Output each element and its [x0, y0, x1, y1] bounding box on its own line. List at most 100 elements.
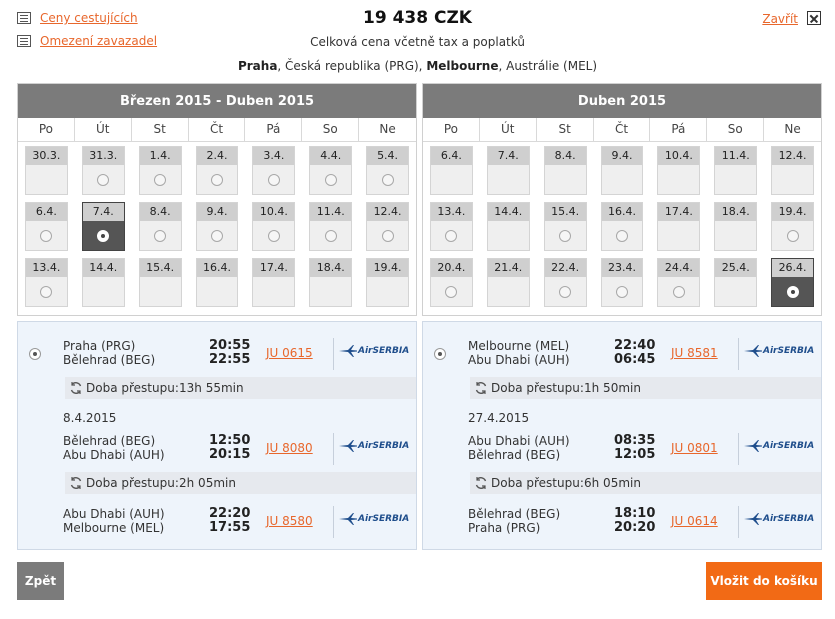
day-radio[interactable] — [559, 230, 572, 242]
day-radio[interactable] — [210, 174, 223, 186]
flight-number-link[interactable]: JU 0801 — [671, 441, 718, 455]
calendar-day: 9.4. — [600, 146, 644, 195]
transfer-label: Doba přestupu: — [86, 476, 179, 490]
outbound-calendar-title: Březen 2015 - Duben 2015 — [18, 84, 416, 118]
day-label: 7.4. — [487, 147, 529, 165]
flight-number-link[interactable]: JU 0614 — [671, 514, 718, 528]
day-label: 17.4. — [658, 203, 700, 221]
route-from-detail: , Česká republika (PRG), — [277, 59, 427, 73]
calendar-day[interactable]: 8.4. — [138, 202, 182, 251]
calendar-day[interactable]: 4.4. — [309, 146, 353, 195]
calendar-day[interactable]: 26.4. — [771, 258, 814, 307]
day-radio[interactable] — [445, 286, 458, 298]
airserbia-logo-icon: AirSERBIA — [744, 345, 814, 357]
day-label: 21.4. — [487, 259, 529, 277]
calendar-day: 21.4. — [486, 258, 530, 307]
close-link[interactable]: Zavřít — [762, 12, 798, 26]
separator — [738, 338, 739, 370]
calendar-cell: 16.4. — [594, 202, 651, 258]
calendar-cell: 20.4. — [423, 258, 480, 314]
day-label: 7.4. — [82, 203, 124, 221]
calendar-day[interactable]: 6.4. — [25, 202, 68, 251]
calendar-day[interactable]: 1.4. — [138, 146, 182, 195]
calendar-day[interactable]: 16.4. — [600, 202, 644, 251]
transfer-duration: 6h 05min — [584, 476, 641, 490]
transfer-duration: 2h 05min — [179, 476, 236, 490]
day-radio[interactable] — [324, 174, 337, 186]
calendar-cell: 15.4. — [537, 202, 594, 258]
day-radio[interactable] — [40, 286, 53, 298]
calendar-day[interactable]: 22.4. — [543, 258, 587, 307]
calendar-day[interactable]: 31.3. — [81, 146, 125, 195]
day-label: 30.3. — [26, 147, 67, 165]
calendar-cell: 11.4. — [707, 146, 764, 202]
day-radio[interactable] — [154, 174, 167, 186]
calendar-day[interactable]: 9.4. — [195, 202, 239, 251]
flight-segment: Abu Dhabi (AUH) Bělehrad (BEG) 08:35 12:… — [423, 433, 821, 465]
day-radio[interactable] — [97, 174, 110, 186]
calendar-day[interactable]: 13.4. — [25, 258, 68, 307]
back-button[interactable]: Zpět — [17, 562, 64, 600]
outbound-calendar: Březen 2015 - Duben 2015 Po Út St Čt Pá … — [17, 83, 417, 316]
flight-number-link[interactable]: JU 0615 — [266, 346, 313, 360]
day-radio[interactable] — [154, 230, 167, 242]
day-radio[interactable] — [559, 286, 572, 298]
calendar-day[interactable]: 19.4. — [771, 202, 814, 251]
add-to-cart-button[interactable]: Vložit do košíku — [706, 562, 822, 600]
flight-number-link[interactable]: JU 8580 — [266, 514, 313, 528]
calendar-cell: 13.4. — [423, 202, 480, 258]
day-radio[interactable] — [445, 230, 458, 242]
flight-number-link[interactable]: JU 8581 — [671, 346, 718, 360]
day-radio[interactable] — [381, 230, 394, 242]
day-radio[interactable] — [40, 230, 53, 242]
close-icon[interactable] — [807, 11, 821, 25]
weekday-label: Čt — [189, 118, 246, 141]
day-radio[interactable] — [267, 230, 280, 242]
calendar-day[interactable]: 10.4. — [252, 202, 296, 251]
calendar-day[interactable]: 13.4. — [430, 202, 473, 251]
day-radio[interactable] — [615, 286, 628, 298]
transfer-cycle-icon — [70, 477, 82, 489]
calendar-day[interactable]: 5.4. — [366, 146, 409, 195]
day-radio[interactable] — [267, 174, 280, 186]
calendar-day: 19.4. — [366, 258, 409, 307]
calendar-day[interactable]: 11.4. — [309, 202, 353, 251]
day-radio-selected[interactable] — [786, 286, 799, 298]
day-label: 16.4. — [601, 203, 643, 221]
calendar-day[interactable]: 3.4. — [252, 146, 296, 195]
transfer-duration: 1h 50min — [584, 381, 641, 395]
flight-number-link[interactable]: JU 8080 — [266, 441, 313, 455]
transfer-cycle-icon — [475, 477, 487, 489]
segment-times: 22:40 06:45 — [614, 339, 655, 367]
calendar-cell: 17.4. — [245, 258, 302, 314]
calendar-cell: 18.4. — [302, 258, 359, 314]
calendar-day[interactable]: 2.4. — [195, 146, 239, 195]
day-radio[interactable] — [381, 174, 394, 186]
calendar-day[interactable]: 24.4. — [657, 258, 701, 307]
airserbia-logo-icon: AirSERBIA — [744, 513, 814, 525]
calendar-cell: 16.4. — [189, 258, 246, 314]
day-radio[interactable] — [210, 230, 223, 242]
calendar-day[interactable]: 20.4. — [430, 258, 473, 307]
airline-name: AirSERBIA — [358, 441, 410, 451]
calendar-day[interactable]: 12.4. — [366, 202, 409, 251]
calendar-day[interactable]: 7.4. — [81, 202, 125, 251]
flight-segment: Praha (PRG) Bělehrad (BEG) 20:55 22:55 J… — [18, 338, 416, 370]
day-radio[interactable] — [615, 230, 628, 242]
outbound-day-grid: 30.3. 31.3. 1.4. 2.4. 3.4. 4.4. 5.4. 6.4. 7.4. 8.… — [18, 142, 416, 314]
segment-places: Praha (PRG) Bělehrad (BEG) — [63, 339, 155, 367]
calendar-day: 16.4. — [195, 258, 239, 307]
calendar-cell: 7.4. — [480, 146, 537, 202]
calendar-cell: 24.4. — [650, 258, 707, 314]
day-radio[interactable] — [324, 230, 337, 242]
calendar-day: 18.4. — [714, 202, 758, 251]
price-note: Celková cena včetně tax a poplatků — [310, 35, 525, 49]
calendar-cell: 1.4. — [132, 146, 189, 202]
day-radio[interactable] — [672, 286, 685, 298]
airserbia-logo-icon: AirSERBIA — [339, 345, 409, 357]
weekday-label: St — [132, 118, 189, 141]
day-radio-selected[interactable] — [97, 230, 110, 242]
day-radio[interactable] — [786, 230, 799, 242]
calendar-day[interactable]: 15.4. — [543, 202, 587, 251]
calendar-day[interactable]: 23.4. — [600, 258, 644, 307]
